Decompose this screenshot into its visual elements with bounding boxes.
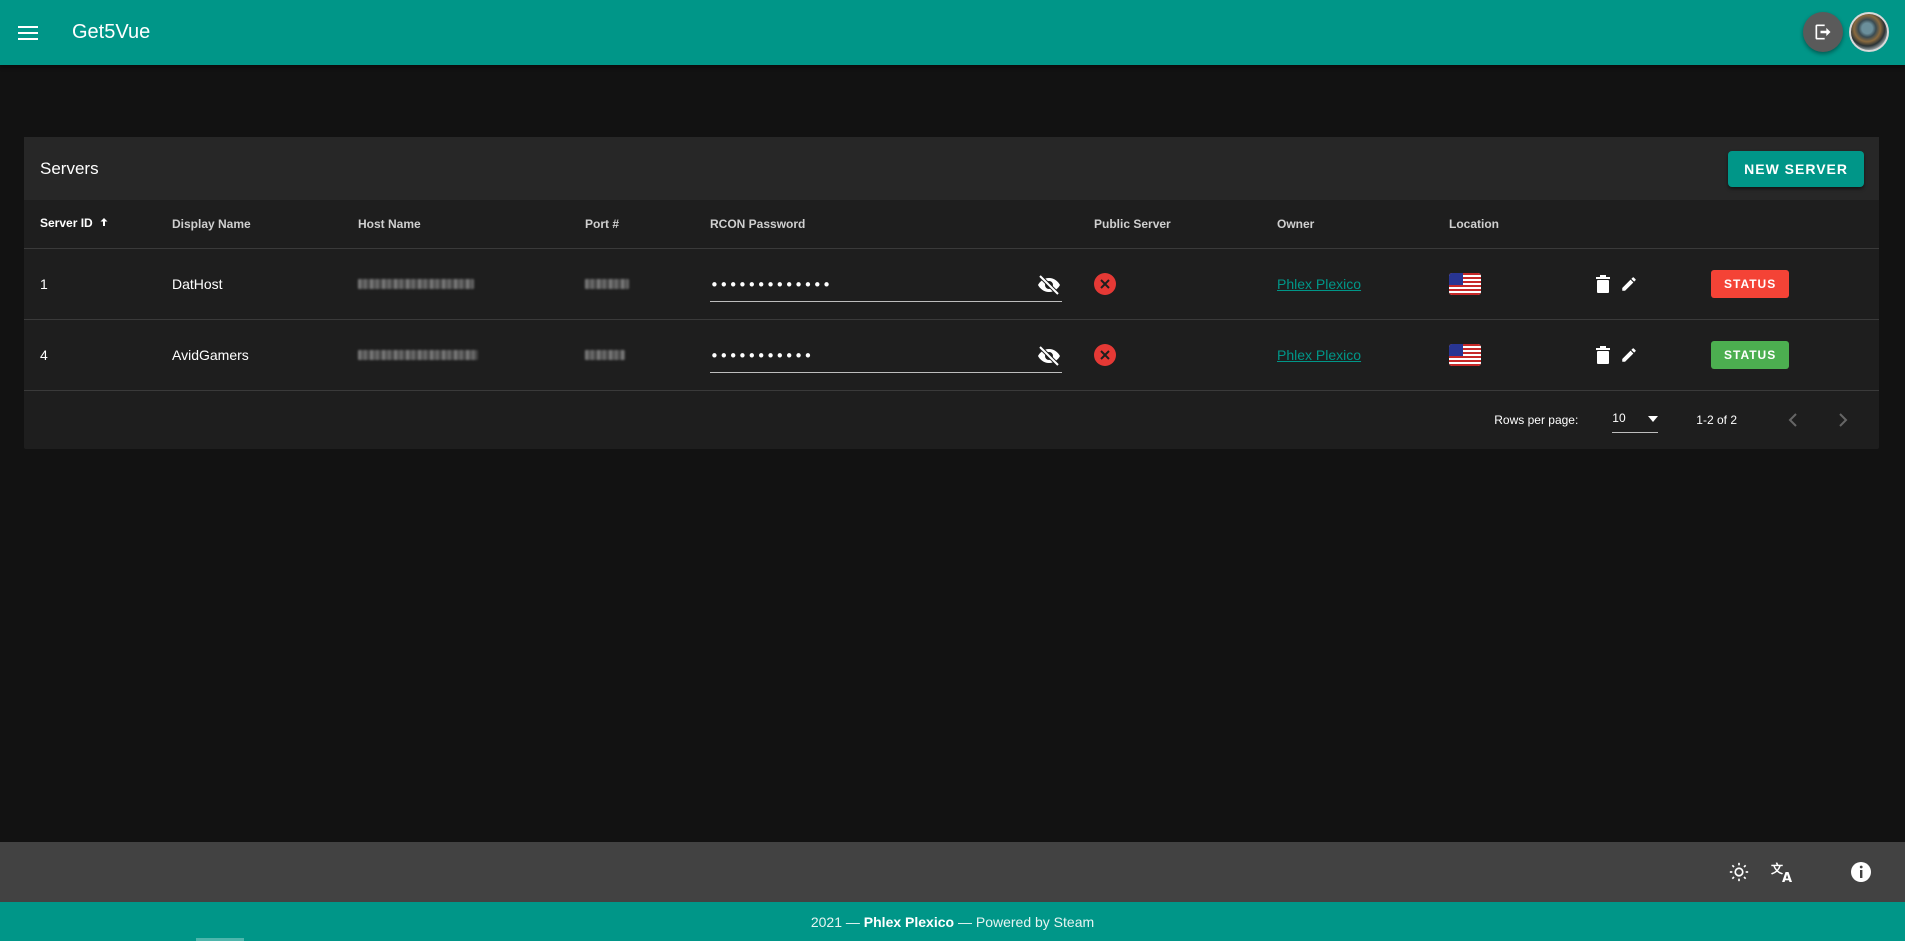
cell-rcon-password: ••••••••••• (710, 319, 1094, 391)
cell-host-name (358, 319, 585, 391)
cell-host-name (358, 248, 585, 320)
header-actions (1592, 200, 1711, 249)
header-location[interactable]: Location (1449, 200, 1592, 249)
bottom-toolbar: 文 A (0, 842, 1905, 902)
cell-location (1449, 248, 1592, 320)
servers-card: Servers NEW SERVER Server ID Display Nam… (24, 137, 1879, 449)
cell-owner: Phlex Plexico (1277, 248, 1449, 320)
header-status (1711, 200, 1879, 249)
rcon-password-value: ••••••••••••• (710, 276, 832, 294)
status-button[interactable]: STATUS (1711, 269, 1790, 298)
rcon-password-value: ••••••••••• (710, 347, 813, 365)
cell-server-id: 4 (24, 319, 172, 391)
cell-public-server (1094, 248, 1277, 320)
svg-text:A: A (1782, 871, 1792, 883)
rcon-password-field[interactable]: ••••••••••••• (710, 270, 1062, 302)
eye-off-icon[interactable] (1036, 344, 1062, 368)
close-circle-icon (1094, 272, 1116, 295)
status-button[interactable]: STATUS (1711, 340, 1790, 369)
rows-per-page-select[interactable]: 10 (1612, 407, 1659, 433)
redacted-port (585, 349, 625, 360)
menu-icon[interactable] (4, 9, 52, 57)
page-range: 1-2 of 2 (1696, 412, 1737, 427)
rows-per-page-value: 10 (1612, 411, 1626, 425)
servers-table: Server ID Display Name Host Name Port # … (24, 200, 1879, 391)
redacted-port (585, 278, 629, 289)
chevron-left-icon[interactable] (1779, 406, 1807, 434)
card-title: Servers (40, 158, 99, 178)
card-header: Servers NEW SERVER (24, 137, 1879, 200)
footer: 2021 — Phlex Plexico — Powered by Steam (0, 902, 1905, 941)
arrow-up-icon[interactable] (98, 216, 110, 231)
header-host-name[interactable]: Host Name (358, 200, 585, 249)
cell-port (585, 319, 710, 391)
header-port[interactable]: Port # (585, 200, 710, 249)
edit-icon[interactable] (1618, 344, 1640, 366)
chevron-right-icon[interactable] (1829, 406, 1857, 434)
logout-icon[interactable] (1803, 12, 1843, 52)
table-header-row: Server ID Display Name Host Name Port # … (24, 200, 1879, 249)
edit-icon[interactable] (1618, 273, 1640, 295)
footer-powered: — Powered by Steam (957, 913, 1095, 930)
app-title: Get5Vue (72, 21, 151, 43)
cell-public-server (1094, 319, 1277, 391)
delete-icon[interactable] (1592, 344, 1614, 366)
cell-status: STATUS (1711, 319, 1879, 391)
header-owner[interactable]: Owner (1277, 200, 1449, 249)
theme-toggle-icon[interactable] (1721, 854, 1757, 890)
table-pagination: Rows per page: 10 1-2 of 2 (24, 391, 1879, 449)
footer-year: 2021 — (810, 913, 860, 930)
cell-port (585, 248, 710, 320)
cell-actions (1592, 248, 1711, 320)
table-row: 4 AvidGamers ••••••••••• Phlex Plexico S… (24, 319, 1879, 391)
cell-status: STATUS (1711, 248, 1879, 320)
owner-link[interactable]: Phlex Plexico (1277, 347, 1361, 363)
header-display-name[interactable]: Display Name (172, 200, 358, 249)
translate-icon[interactable]: 文 A (1765, 854, 1801, 890)
new-server-button[interactable]: NEW SERVER (1728, 150, 1864, 187)
rcon-password-field[interactable]: ••••••••••• (710, 341, 1062, 373)
table-row: 1 DatHost ••••••••••••• Phlex Plexico ST… (24, 248, 1879, 320)
cell-owner: Phlex Plexico (1277, 319, 1449, 391)
cell-rcon-password: ••••••••••••• (710, 248, 1094, 320)
cell-display-name: DatHost (172, 248, 358, 320)
header-rcon-password[interactable]: RCON Password (710, 200, 1094, 249)
app-bar: Get5Vue (0, 0, 1905, 65)
caret-down-icon (1648, 411, 1659, 425)
header-server-id-label: Server ID (40, 216, 93, 231)
redacted-host-name (358, 278, 474, 289)
rows-per-page-label: Rows per page: (1494, 412, 1579, 427)
close-circle-icon (1094, 343, 1116, 366)
avatar[interactable] (1849, 12, 1889, 52)
cell-location (1449, 319, 1592, 391)
info-icon[interactable] (1843, 854, 1879, 890)
us-flag-icon (1449, 343, 1481, 366)
delete-icon[interactable] (1592, 273, 1614, 295)
header-server-id[interactable]: Server ID (24, 200, 172, 249)
cell-server-id: 1 (24, 248, 172, 320)
redacted-host-name (358, 349, 478, 360)
cell-display-name: AvidGamers (172, 319, 358, 391)
us-flag-icon (1449, 272, 1481, 295)
owner-link[interactable]: Phlex Plexico (1277, 276, 1361, 292)
footer-author: Phlex Plexico (863, 913, 955, 930)
header-public-server[interactable]: Public Server (1094, 200, 1277, 249)
eye-off-icon[interactable] (1036, 273, 1062, 297)
cell-actions (1592, 319, 1711, 391)
